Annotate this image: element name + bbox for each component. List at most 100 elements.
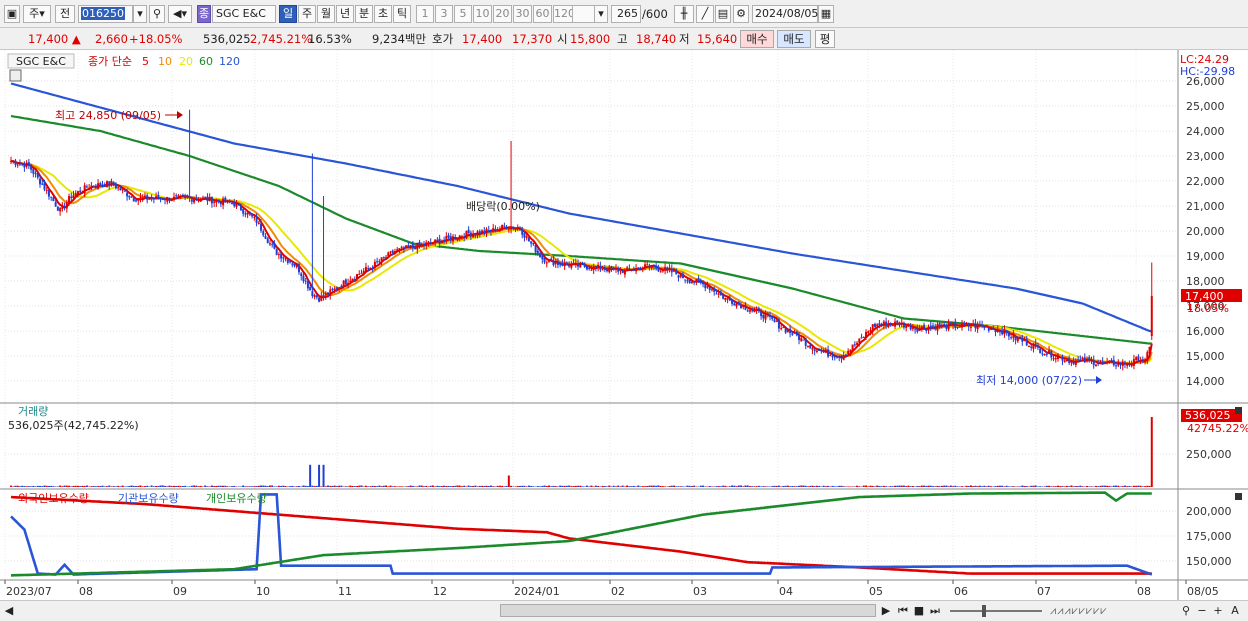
sell-button[interactable]: 매도 <box>777 30 811 48</box>
candle-body <box>652 265 655 267</box>
stock-code-input[interactable]: 016250 <box>78 5 133 23</box>
volume-bar <box>463 485 466 487</box>
zoom-slider-track[interactable] <box>950 610 1042 612</box>
candle-body <box>472 233 475 238</box>
stop-icon[interactable]: ■ <box>912 603 926 618</box>
candle-body <box>358 273 361 275</box>
volume-bar <box>838 485 841 487</box>
scroll-left-icon[interactable]: ◀ <box>4 603 14 618</box>
volume-bar <box>891 486 894 487</box>
save-icon[interactable]: ▤ <box>715 5 731 23</box>
zoom-in-icon[interactable]: + <box>1212 603 1224 618</box>
first-page-icon[interactable]: ⏮ <box>896 603 910 618</box>
volume-bar <box>869 485 872 487</box>
volume-bar <box>172 485 175 487</box>
draw-tool-icon[interactable]: ╱ <box>696 5 714 23</box>
period-select[interactable]: 주▾ <box>23 5 51 23</box>
candle-body <box>706 286 709 288</box>
volume-bar <box>842 486 845 487</box>
volume-bar <box>39 485 42 487</box>
candle-body <box>188 196 191 199</box>
candle-body <box>512 226 515 229</box>
volume-bar <box>179 486 182 487</box>
search-icon[interactable]: ⚲ <box>149 5 165 23</box>
volume-bar <box>63 485 66 487</box>
count-input[interactable]: 265 <box>611 5 641 23</box>
candle-body <box>990 328 993 330</box>
candle-body <box>1050 350 1053 358</box>
candle-body <box>45 189 48 191</box>
volume-bar <box>1030 485 1033 487</box>
candle-body <box>440 241 443 244</box>
tab-0[interactable]: 일 <box>279 5 297 23</box>
zoom-slider-handle[interactable] <box>982 605 986 617</box>
interval-tab-30[interactable]: 30 <box>513 5 532 23</box>
candle-body <box>74 193 77 196</box>
price-chart[interactable]: 26,00025,00024,00023,00022,00021,00020,0… <box>0 50 1248 600</box>
calendar-icon[interactable]: ▦ <box>818 5 834 23</box>
volume-bar <box>824 486 827 487</box>
code-dropdown-icon[interactable]: ▾ <box>133 5 147 23</box>
prev-button[interactable]: 전 <box>55 5 75 23</box>
zoom-out-icon[interactable]: − <box>1196 603 1208 618</box>
avg-button[interactable]: 평 <box>815 30 835 48</box>
candle-body <box>952 323 955 325</box>
candle-body <box>244 213 247 215</box>
tab-1[interactable]: 주 <box>298 5 316 23</box>
volume-panel-close-icon <box>1235 407 1242 414</box>
volume-bar <box>284 486 287 487</box>
candle-body <box>297 264 300 273</box>
interval-tab-60[interactable]: 60 <box>533 5 552 23</box>
tab-6[interactable]: 틱 <box>393 5 411 23</box>
candle-body <box>56 206 59 211</box>
volume-bar <box>1106 485 1109 487</box>
volume-bar <box>793 486 796 487</box>
volume-bar <box>1081 486 1084 487</box>
candle-body <box>1088 357 1091 361</box>
volume-bar <box>606 486 609 487</box>
scroll-thumb[interactable] <box>500 604 876 617</box>
volume-bar <box>16 485 19 487</box>
interval-tab-5[interactable]: 5 <box>454 5 472 23</box>
dividend-annotation: 배당락(0.00%) <box>466 200 540 213</box>
volume-bar <box>603 486 606 487</box>
volume-bar <box>23 486 26 487</box>
last-page-icon[interactable]: ⏭ <box>928 603 942 618</box>
candle-body <box>483 230 486 234</box>
interval-dropdown-icon[interactable]: ▾ <box>594 5 608 23</box>
interval-tab-1[interactable]: 1 <box>416 5 434 23</box>
low-price: 15,640 <box>697 32 738 46</box>
candle-type-icon[interactable]: ╫ <box>674 5 694 23</box>
interval-tab-3[interactable]: 3 <box>435 5 453 23</box>
tab-5[interactable]: 초 <box>374 5 392 23</box>
toolbar: ▣ 주▾ 전 016250 ▾ ⚲ ◀▾ 종 SGC E&C 일주월년분초틱 1… <box>0 0 1248 28</box>
speaker-icon[interactable]: ◀▾ <box>168 5 192 23</box>
tab-4[interactable]: 분 <box>355 5 373 23</box>
volume-bar <box>333 485 336 487</box>
buy-button[interactable]: 매수 <box>740 30 774 48</box>
window-menu-icon[interactable]: ▣ <box>4 5 20 23</box>
font-size-icon[interactable]: A <box>1228 603 1242 618</box>
own-tick-label: 150,000 <box>1186 555 1232 568</box>
candle-body <box>958 326 961 328</box>
volume-bar <box>79 486 82 487</box>
gear-icon[interactable]: ⚙ <box>733 5 749 23</box>
tab-2[interactable]: 월 <box>317 5 335 23</box>
date-input[interactable]: 2024/08/05 <box>752 5 818 23</box>
scroll-right-icon[interactable]: ▶ <box>880 603 892 618</box>
table-icon <box>9 69 22 82</box>
volume-bar <box>416 486 419 487</box>
tab-3[interactable]: 년 <box>336 5 354 23</box>
volume-bar <box>574 485 577 487</box>
chart-scrollbar[interactable]: ◀ ▶ ⏮ ■ ⏭ ⩘⩘⩘⩗⩗⩗⩗⩗ ⚲ − + A <box>0 600 1248 621</box>
interval-tab-10[interactable]: 10 <box>473 5 492 23</box>
volume-bar <box>929 485 932 487</box>
interval-tab-20[interactable]: 20 <box>493 5 512 23</box>
volume-bar <box>934 486 937 487</box>
draw-tools-icons[interactable]: ⩘⩘⩘⩗⩗⩗⩗⩗ <box>1050 603 1180 618</box>
candle-body <box>1099 362 1102 364</box>
price-tick-label: 25,000 <box>1186 100 1225 113</box>
zoom-icon[interactable]: ⚲ <box>1180 603 1192 618</box>
candle-body <box>347 282 350 286</box>
volume-bar <box>380 486 383 487</box>
